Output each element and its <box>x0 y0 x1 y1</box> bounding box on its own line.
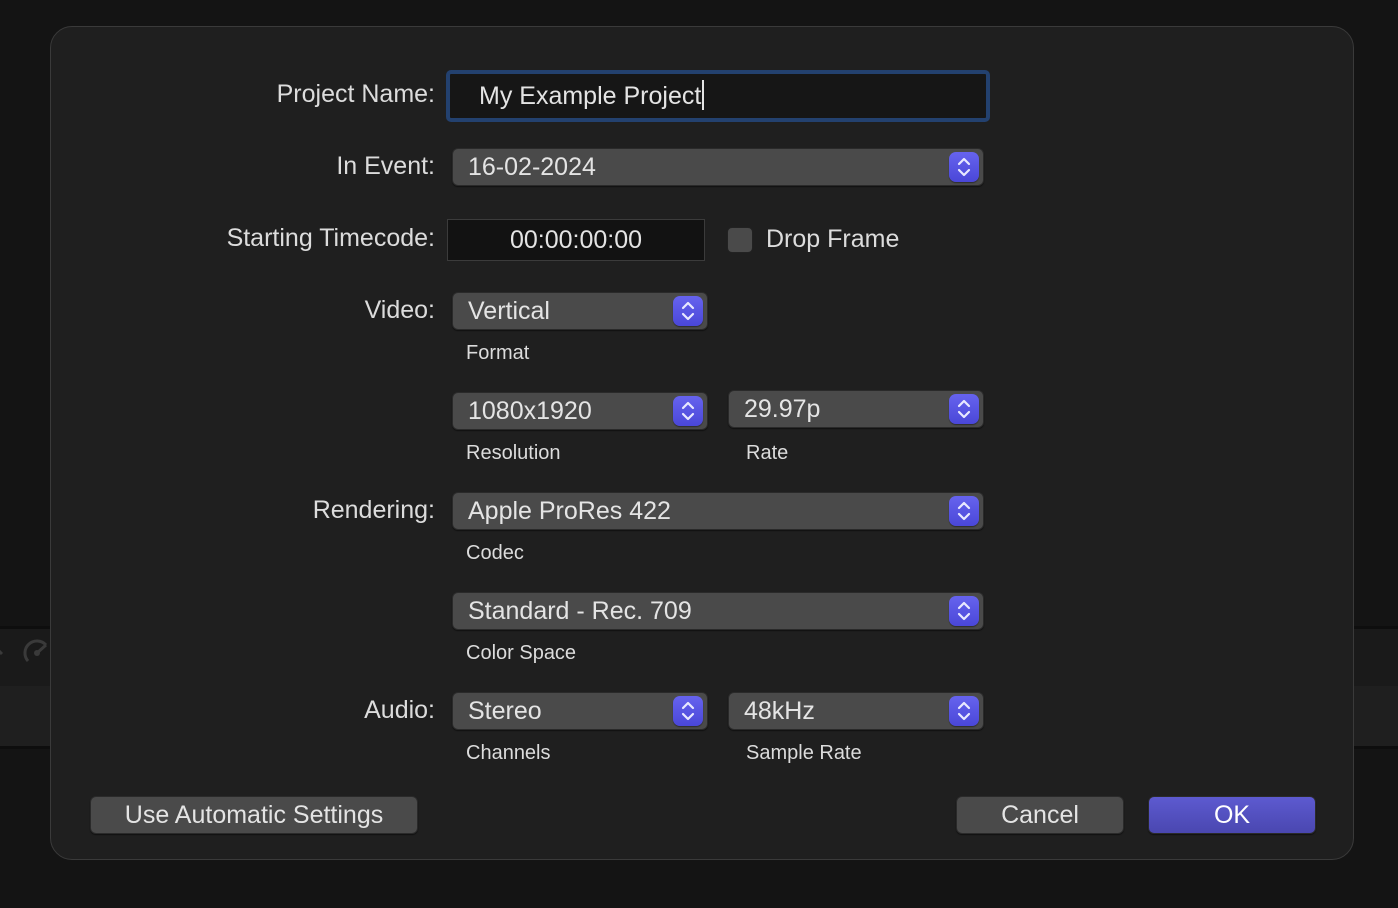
up-down-chevron-icon <box>949 496 979 526</box>
up-down-chevron-icon <box>949 596 979 626</box>
cancel-button[interactable]: Cancel <box>956 796 1124 834</box>
sample-rate-caption: Sample Rate <box>746 742 862 764</box>
video-format-value: Vertical <box>468 297 550 325</box>
ok-button[interactable]: OK <box>1148 796 1316 834</box>
channels-value: Stereo <box>468 697 542 725</box>
resolution-popup[interactable]: 1080x1920 <box>452 392 708 430</box>
channels-popup[interactable]: Stereo <box>452 692 708 730</box>
codec-value: Apple ProRes 422 <box>468 497 671 525</box>
resolution-value: 1080x1920 <box>468 397 592 425</box>
rate-popup[interactable]: 29.97p <box>728 390 984 428</box>
color-space-popup[interactable]: Standard - Rec. 709 <box>452 592 984 630</box>
resolution-caption: Resolution <box>466 442 561 464</box>
up-down-chevron-icon <box>949 152 979 182</box>
up-down-chevron-icon <box>673 696 703 726</box>
speedometer-icon <box>23 639 48 662</box>
starting-timecode-label: Starting Timecode: <box>226 224 435 252</box>
format-caption: Format <box>466 342 530 364</box>
video-format-popup[interactable]: Vertical <box>452 292 708 330</box>
starting-timecode-field[interactable]: 00:00:00:00 <box>447 219 705 261</box>
in-event-popup[interactable]: 16-02-2024 <box>452 148 984 186</box>
text-caret <box>702 80 705 110</box>
color-space-value: Standard - Rec. 709 <box>468 597 692 625</box>
project-name-value: My Example Project <box>479 82 702 110</box>
up-down-chevron-icon <box>949 696 979 726</box>
up-down-chevron-icon <box>673 296 703 326</box>
sample-rate-popup[interactable]: 48kHz <box>728 692 984 730</box>
drop-frame-checkbox[interactable] <box>727 227 753 253</box>
codec-popup[interactable]: Apple ProRes 422 <box>452 492 984 530</box>
rate-caption: Rate <box>746 442 789 464</box>
channels-caption: Channels <box>466 742 551 764</box>
use-automatic-settings-button[interactable]: Use Automatic Settings <box>90 796 418 834</box>
color-space-caption: Color Space <box>466 642 577 664</box>
chevron-icon <box>0 649 4 656</box>
in-event-value: 16-02-2024 <box>468 153 596 181</box>
sample-rate-value: 48kHz <box>744 697 815 725</box>
project-name-label: Project Name: <box>276 80 435 108</box>
drop-frame-label[interactable]: Drop Frame <box>766 225 899 254</box>
rate-value: 29.97p <box>744 395 821 423</box>
in-event-label: In Event: <box>336 152 435 180</box>
project-name-input[interactable]: My Example Project <box>446 70 990 122</box>
audio-label: Audio: <box>364 696 435 724</box>
video-label: Video: <box>364 296 435 324</box>
rendering-label: Rendering: <box>312 496 435 524</box>
up-down-chevron-icon <box>949 394 979 424</box>
codec-caption: Codec <box>466 542 524 564</box>
up-down-chevron-icon <box>673 396 703 426</box>
